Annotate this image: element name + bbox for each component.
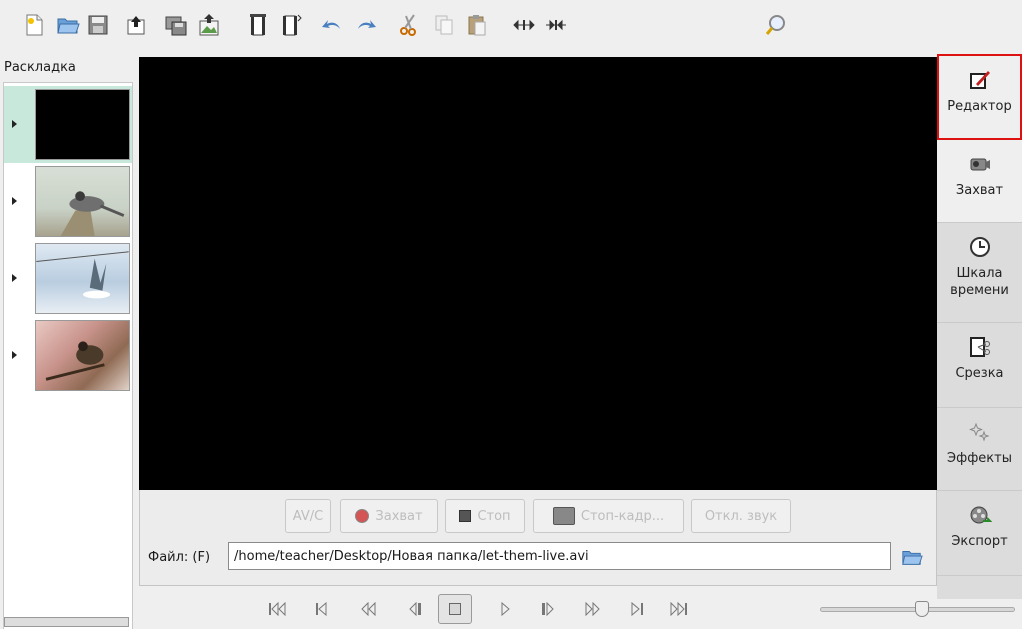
play-icon[interactable] [493,597,517,621]
storyboard-item[interactable] [4,317,132,394]
scene-thumbnail [35,89,130,160]
tab-export[interactable]: Экспорт [937,491,1022,576]
tab-timeline[interactable]: Шкала времени [937,223,1022,323]
clock-icon [969,237,990,257]
avc-label: AV/C [292,508,324,524]
cut-icon[interactable] [393,9,425,41]
tab-capture-label: Захват [955,183,1004,198]
join-scene-icon[interactable] [275,9,307,41]
file-path-input[interactable]: /home/teacher/Desktop/Новая папка/let-th… [228,542,891,570]
monitor-controls: AV/C Захват Стоп Стоп-кадр... Откл. звук… [139,490,937,586]
storyboard-item[interactable] [4,86,132,163]
next-scene-icon[interactable] [625,597,649,621]
search-icon[interactable] [760,9,792,41]
tab-effects-label: Эффекты [947,451,1012,466]
tab-editor[interactable]: Редактор [937,54,1022,140]
previous-frame-icon[interactable] [403,597,427,621]
tab-effects[interactable]: Эффекты [937,408,1022,491]
film-reel-icon [970,506,992,524]
tab-trim[interactable]: Срезка [937,323,1022,408]
tab-timeline-label-1: Шкала [956,266,1003,281]
redo-icon[interactable] [350,9,382,41]
storyboard-item[interactable] [4,240,132,317]
still-frame-button[interactable]: Стоп-кадр... [533,499,684,533]
undo-icon[interactable] [316,9,348,41]
stop-label: Стоп [477,508,511,524]
capture-button[interactable]: Захват [340,499,438,533]
still-label: Стоп-кадр... [580,508,665,524]
main-toolbar [0,0,1022,50]
transport-controls [260,594,710,624]
rewind-icon[interactable] [356,597,380,621]
mute-label: Откл. звук [704,508,778,524]
stop-icon [449,603,461,615]
video-monitor[interactable] [139,57,937,490]
copy-icon[interactable] [428,9,460,41]
storyboard-hscrollbar[interactable] [4,617,129,627]
open-folder-icon[interactable] [52,9,84,41]
avc-button[interactable]: AV/C [285,499,331,533]
save-icon[interactable] [82,9,114,41]
editor-icon [969,71,990,89]
trim-icon [969,337,990,357]
stop-icon [459,510,472,522]
tab-timeline-label-2: времени [950,283,1009,298]
tab-editor-label: Редактор [947,99,1012,114]
mode-tabs: Редактор Захват Шкала времени Срезка Эфф… [937,54,1022,599]
save-frame-icon[interactable] [160,9,192,41]
tab-capture[interactable]: Захват [937,140,1022,223]
fast-forward-icon[interactable] [581,597,605,621]
first-scene-icon[interactable] [266,597,290,621]
new-file-icon[interactable] [18,9,50,41]
split-scene-icon[interactable] [242,9,274,41]
next-frame-icon[interactable] [536,597,560,621]
scene-thumbnail [35,320,130,391]
record-icon [355,509,370,523]
export-icon[interactable] [120,9,152,41]
mute-button[interactable]: Откл. звук [691,499,791,533]
storyboard-item[interactable] [4,163,132,240]
sparkle-icon [968,422,990,442]
save-frame-icon [552,507,575,525]
storyboard-list [3,82,133,629]
camcorder-icon [970,158,990,171]
expand-arrow-icon[interactable] [12,274,17,282]
file-label: Файл: (F) [148,550,211,565]
tab-export-label: Экспорт [951,534,1008,549]
expand-arrow-icon[interactable] [12,197,17,205]
stop-button[interactable] [438,594,472,624]
scene-thumbnail [35,166,130,237]
publish-icon[interactable] [193,9,225,41]
last-scene-icon[interactable] [667,597,691,621]
expand-arrow-icon[interactable] [12,120,17,128]
stop-capture-button[interactable]: Стоп [445,499,525,533]
tab-trim-label: Срезка [955,366,1004,381]
expand-icon[interactable] [508,9,540,41]
storyboard-title: Раскладка [4,60,76,75]
scrub-slider-handle[interactable] [915,601,929,617]
previous-scene-icon[interactable] [310,597,334,621]
scene-thumbnail [35,243,130,314]
collapse-icon[interactable] [540,9,572,41]
paste-icon[interactable] [461,9,493,41]
storyboard-panel: Раскладка [0,54,135,629]
expand-arrow-icon[interactable] [12,351,17,359]
open-folder-icon[interactable] [900,545,924,569]
capture-label: Захват [375,508,423,524]
